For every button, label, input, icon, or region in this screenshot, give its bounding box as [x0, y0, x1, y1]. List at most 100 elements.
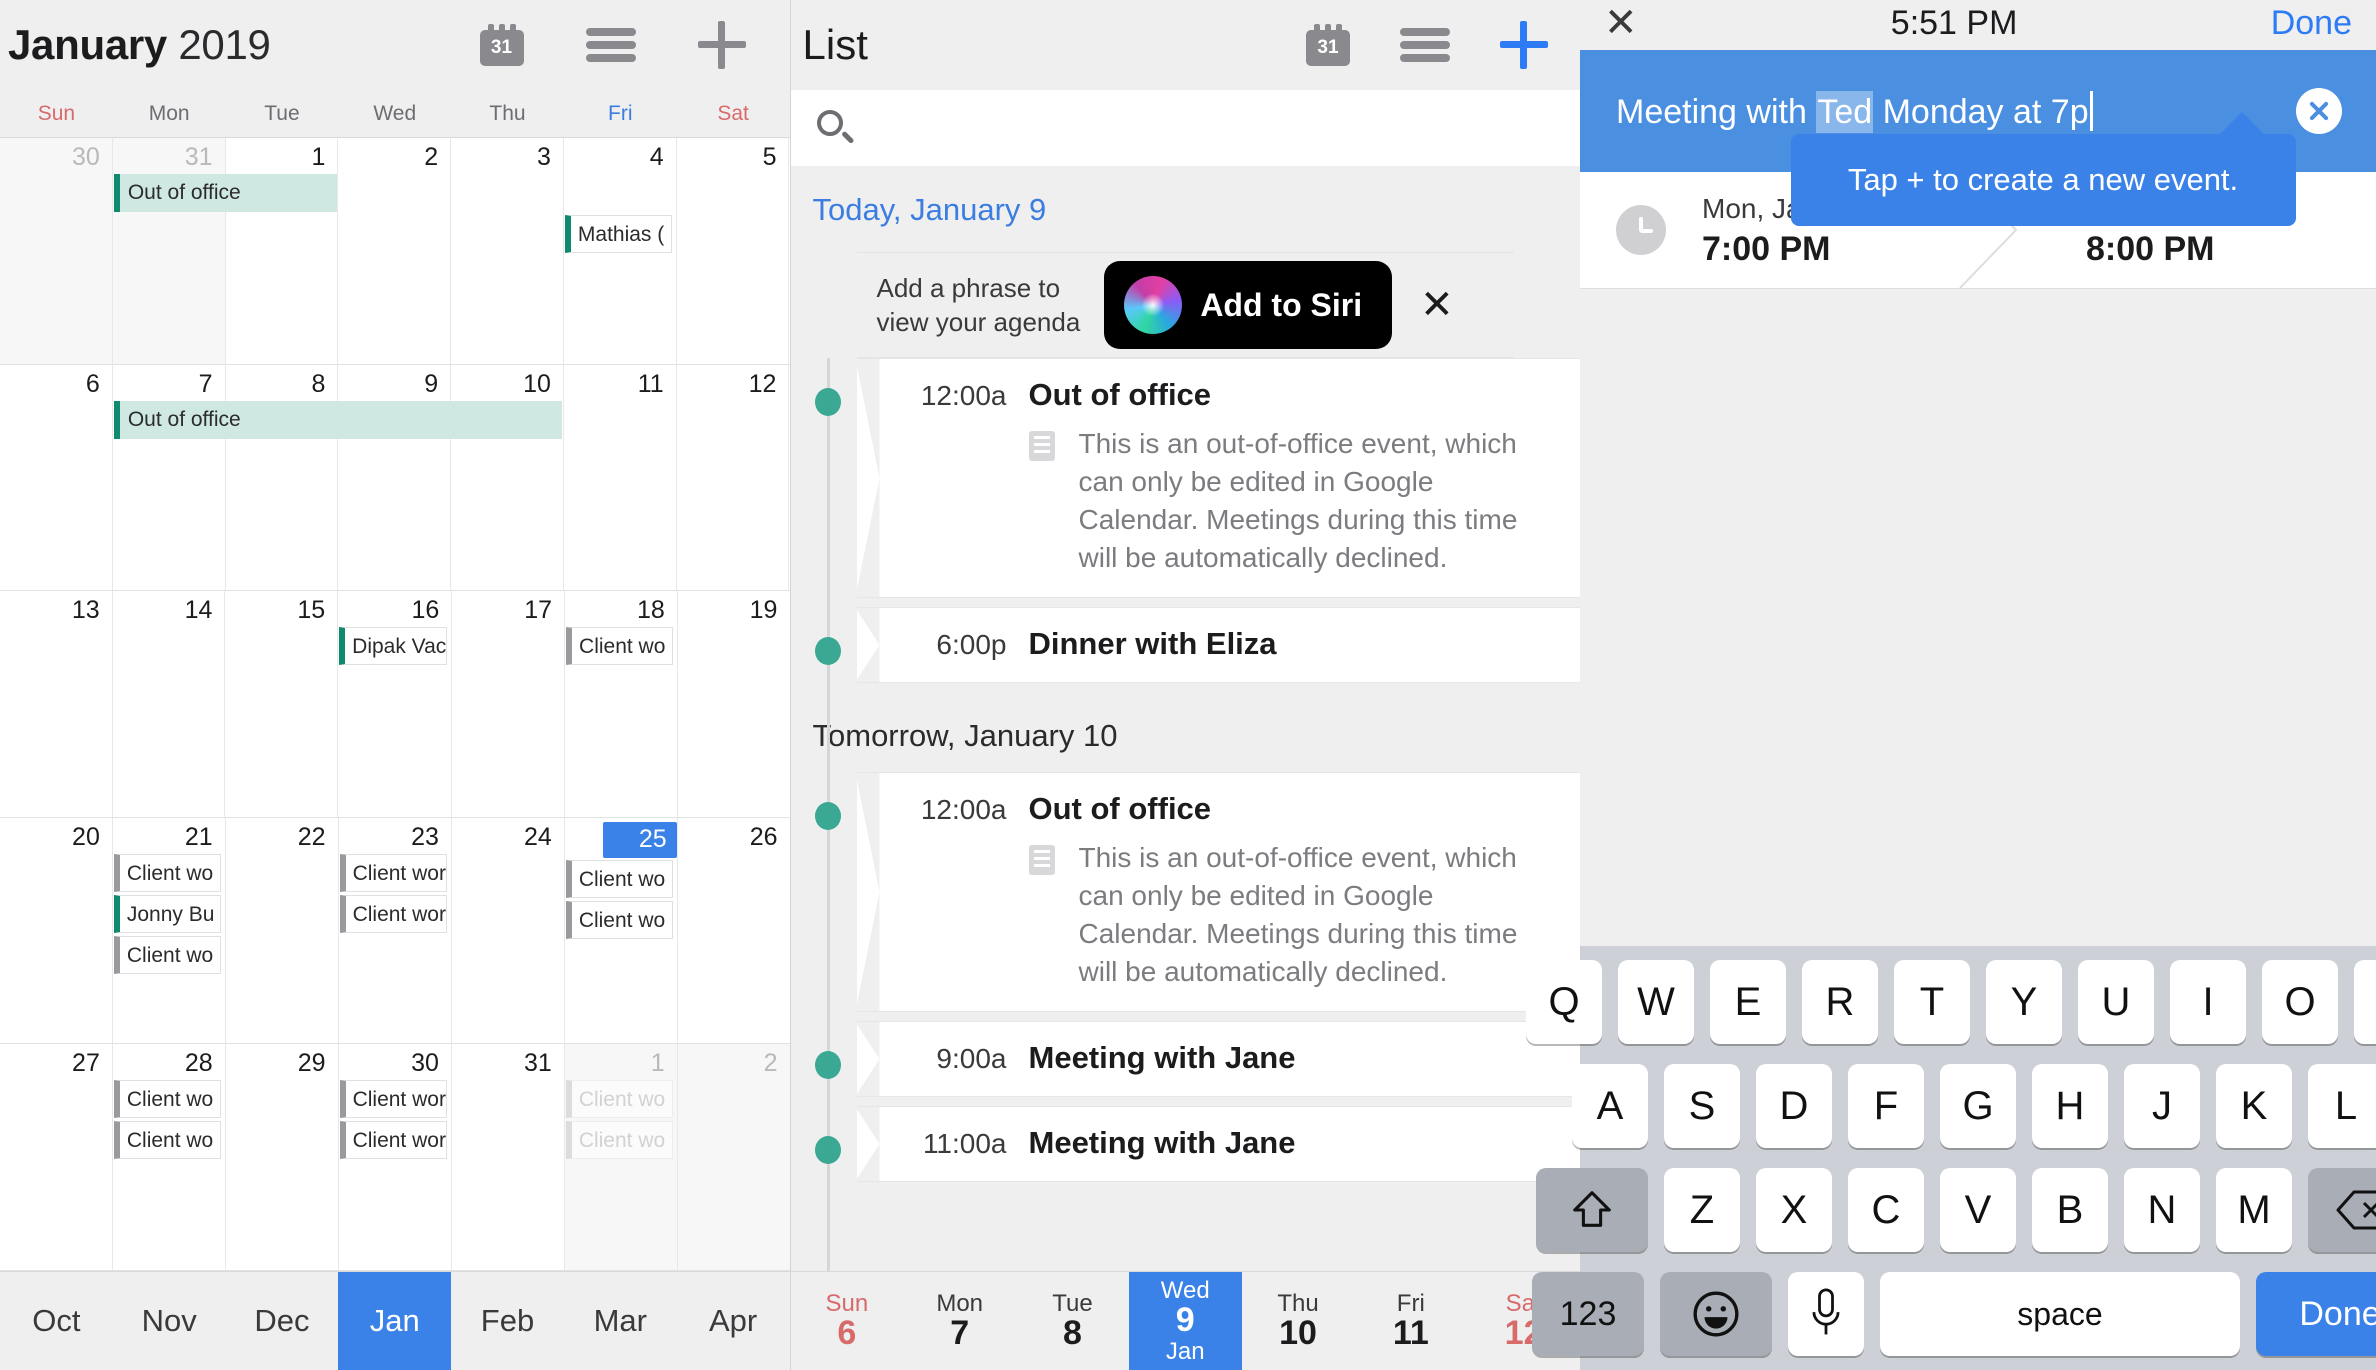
key-y[interactable]: Y	[1986, 960, 2062, 1044]
key-u[interactable]: U	[2078, 960, 2154, 1044]
calendar-day-cell[interactable]: 3	[451, 138, 564, 364]
calendar-event-chip[interactable]: Client wor	[339, 894, 447, 933]
calendar-event-chip[interactable]: Client wo	[565, 1080, 673, 1119]
day-strip-item[interactable]: Fri 11	[1354, 1272, 1467, 1370]
plus-icon[interactable]	[697, 21, 746, 69]
calendar-day-cell[interactable]: 1 Client wo Client wo	[564, 1044, 678, 1270]
key-z[interactable]: Z	[1664, 1168, 1740, 1252]
key-g[interactable]: G	[1940, 1064, 2016, 1148]
calendar-day-cell[interactable]: 28 Client wo Client wo	[113, 1044, 226, 1270]
create-event-tooltip[interactable]: Tap + to create a new event.	[1790, 112, 2296, 226]
agenda-event-card[interactable]: 11:00a Meeting with Jane	[856, 1106, 1580, 1182]
calendar-event-chip[interactable]: Client wor	[339, 1080, 447, 1119]
calendar-31-icon[interactable]: 31	[479, 24, 524, 66]
search-bar[interactable]	[790, 90, 1580, 166]
calendar-day-cell[interactable]: 9	[338, 364, 452, 591]
calendar-day-cell[interactable]: 7	[113, 364, 226, 591]
calendar-day-cell[interactable]: 25 Client wo Client wo	[565, 817, 678, 1044]
calendar-event-chip[interactable]: Client wo	[565, 900, 673, 939]
calendar-event-chip[interactable]: Client wor	[339, 853, 447, 892]
calendar-event-chip[interactable]: Client wo	[113, 935, 221, 974]
calendar-day-cell[interactable]: 18 Client wo	[565, 591, 678, 817]
shift-icon[interactable]	[1536, 1168, 1648, 1252]
calendar-event-chip[interactable]: Jonny Bu	[113, 894, 221, 933]
calendar-day-cell[interactable]: 6	[0, 364, 113, 591]
all-day-event-bar[interactable]: Out of office	[113, 400, 563, 439]
calendar-day-cell[interactable]: 29	[226, 1044, 339, 1270]
key-i[interactable]: I	[2170, 960, 2246, 1044]
key-v[interactable]: V	[1940, 1168, 2016, 1252]
agenda-event-row[interactable]: 11:00a Meeting with Jane	[791, 1106, 1580, 1182]
key-c[interactable]: C	[1848, 1168, 1924, 1252]
calendar-day-cell[interactable]: 15	[225, 591, 339, 817]
key-d[interactable]: D	[1756, 1064, 1832, 1148]
clear-field-icon[interactable]	[2296, 88, 2342, 134]
microphone-icon[interactable]	[1788, 1272, 1864, 1356]
calendar-event-chip[interactable]: Client wo	[113, 1121, 221, 1160]
agenda-event-card[interactable]: 6:00p Dinner with Eliza	[856, 607, 1580, 683]
key-o[interactable]: O	[2262, 960, 2338, 1044]
key-m[interactable]: M	[2216, 1168, 2292, 1252]
day-strip-item[interactable]: Mon 7	[903, 1272, 1016, 1370]
month-strip-item[interactable]: Nov	[113, 1272, 226, 1370]
calendar-day-cell[interactable]: 19	[678, 591, 790, 817]
all-day-event-bar[interactable]: Out of office	[113, 174, 337, 212]
calendar-event-chip[interactable]: Dipak Vac	[339, 627, 448, 666]
calendar-event-chip[interactable]: Client wo	[113, 1080, 221, 1119]
hamburger-icon[interactable]	[585, 28, 636, 62]
calendar-day-cell[interactable]: 30 Client wor Client wor	[339, 1044, 452, 1270]
key-t[interactable]: T	[1894, 960, 1970, 1044]
month-strip-item[interactable]: Apr	[677, 1272, 790, 1370]
day-strip-item[interactable]: Thu 10	[1242, 1272, 1355, 1370]
calendar-day-cell[interactable]: 10	[451, 364, 564, 591]
day-strip-item[interactable]: Wed 9 Jan	[1128, 1272, 1242, 1370]
plus-icon[interactable]	[1500, 21, 1548, 69]
calendar-day-cell[interactable]: 17	[452, 591, 566, 817]
agenda-event-card[interactable]: 12:00a Out of office This is an out-of-off…	[856, 358, 1580, 598]
agenda-event-card[interactable]: 12:00a Out of office This is an out-of-off…	[856, 772, 1580, 1012]
calendar-day-cell[interactable]: 30	[0, 138, 113, 364]
add-to-siri-button[interactable]: Add to Siri	[1104, 261, 1393, 349]
calendar-day-cell[interactable]: 24	[452, 817, 565, 1044]
month-strip-item[interactable]: Mar	[564, 1272, 677, 1370]
calendar-day-cell[interactable]: 1	[226, 138, 339, 364]
key-l[interactable]: L	[2308, 1064, 2376, 1148]
month-strip-item[interactable]: Oct	[0, 1272, 113, 1370]
calendar-31-icon[interactable]: 31	[1306, 24, 1350, 66]
agenda-event-row[interactable]: 6:00p Dinner with Eliza	[791, 607, 1580, 683]
key-b[interactable]: B	[2032, 1168, 2108, 1252]
calendar-day-cell[interactable]: 16 Dipak Vac	[338, 591, 453, 817]
calendar-day-cell[interactable]: 13	[0, 591, 113, 817]
agenda-event-row[interactable]: 12:00a Out of office This is an out-of-off…	[791, 772, 1580, 1012]
agenda-event-card[interactable]: 9:00a Meeting with Jane	[856, 1021, 1580, 1097]
calendar-event-chip[interactable]: Client wo	[565, 1121, 673, 1160]
month-strip-item[interactable]: Dec	[226, 1272, 339, 1370]
calendar-day-cell[interactable]: 11	[564, 364, 677, 591]
key-p[interactable]: P	[2354, 960, 2376, 1044]
calendar-day-cell[interactable]: 2	[338, 138, 452, 364]
close-icon[interactable]: ✕	[1420, 285, 1454, 325]
return-done-key[interactable]: Done	[2256, 1272, 2376, 1356]
hamburger-icon[interactable]	[1400, 28, 1450, 62]
key-j[interactable]: J	[2124, 1064, 2200, 1148]
key-r[interactable]: R	[1802, 960, 1878, 1044]
calendar-day-cell[interactable]: 20	[0, 817, 113, 1044]
space-key[interactable]: space	[1880, 1272, 2240, 1356]
calendar-day-cell[interactable]: 22	[226, 817, 339, 1044]
key-s[interactable]: S	[1664, 1064, 1740, 1148]
calendar-day-cell[interactable]: 23 Client wor Client wor	[339, 817, 452, 1044]
key-k[interactable]: K	[2216, 1064, 2292, 1148]
calendar-day-cell[interactable]: 2	[677, 1044, 790, 1270]
emoji-icon[interactable]	[1660, 1272, 1772, 1356]
calendar-day-cell[interactable]: 21 Client wo Jonny Bu Client wo	[113, 817, 226, 1044]
calendar-event-chip[interactable]: Client wo	[566, 627, 673, 666]
numbers-key[interactable]: 123	[1532, 1272, 1644, 1356]
agenda-event-row[interactable]: 9:00a Meeting with Jane	[791, 1021, 1580, 1097]
calendar-event-chip[interactable]: Mathias (	[564, 215, 672, 253]
agenda-event-row[interactable]: 12:00a Out of office This is an out-of-off…	[791, 358, 1580, 598]
key-h[interactable]: H	[2032, 1064, 2108, 1148]
backspace-icon[interactable]	[2308, 1168, 2376, 1252]
calendar-day-cell[interactable]: 27	[0, 1044, 113, 1270]
calendar-day-cell[interactable]: 8	[226, 364, 339, 591]
day-strip-item[interactable]: Sun 6	[791, 1272, 904, 1370]
